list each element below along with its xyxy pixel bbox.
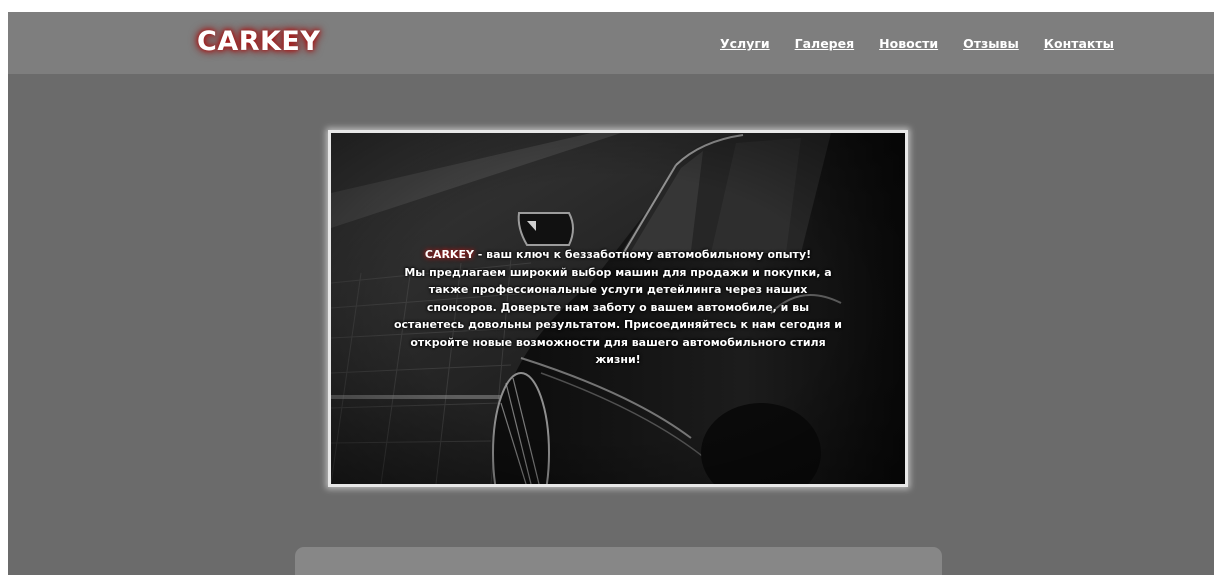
hero-intro: - ваш ключ к беззаботному автомобильному…	[473, 248, 812, 261]
hero-line: жизни!	[595, 353, 641, 366]
nav-link-news[interactable]: Новости	[879, 36, 938, 52]
hero-banner: CARKEY - ваш ключ к беззаботному автомоб…	[328, 130, 908, 487]
nav-link-gallery[interactable]: Галерея	[795, 36, 855, 52]
hero-line: останетесь довольны результатом. Присоед…	[393, 318, 842, 331]
page: CARKEY Услуги Галерея Новости Отзывы Кон…	[8, 12, 1214, 575]
content-panel	[295, 547, 942, 575]
hero-description: CARKEY - ваш ключ к беззаботному автомоб…	[391, 246, 845, 369]
nav-link-reviews[interactable]: Отзывы	[963, 36, 1019, 52]
hero-line: спонсоров. Доверьте нам заботу о вашем а…	[426, 300, 810, 314]
hero-line: также профессиональные услуги детейлинга…	[428, 283, 808, 296]
main-nav: Услуги Галерея Новости Отзывы Контакты	[720, 36, 1139, 52]
hero-line: Мы предлагаем широкий выбор машин для пр…	[404, 265, 832, 279]
hero-line: откройте новые возможности для вашего ав…	[410, 335, 826, 349]
nav-link-contacts[interactable]: Контакты	[1044, 36, 1114, 52]
site-header: CARKEY Услуги Галерея Новости Отзывы Кон…	[8, 12, 1214, 74]
site-logo[interactable]: CARKEY	[197, 26, 320, 58]
hero-brand: CARKEY	[424, 248, 474, 261]
hero-image: CARKEY - ваш ключ к беззаботному автомоб…	[331, 133, 905, 484]
nav-link-services[interactable]: Услуги	[720, 36, 770, 52]
